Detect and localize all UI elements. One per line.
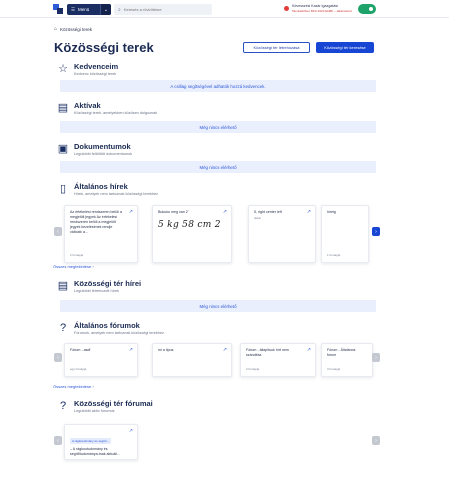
general-news-section: ▯ Általános hírek Hírek, amelyek nem tar… xyxy=(54,181,376,263)
section-subtitle: Legutóbbi létrehozott hírek xyxy=(74,289,119,293)
card-title: Fórum - Általános fórum xyxy=(327,348,356,357)
favorites-section: ☆ Kedvenceim Kedvenc közösségi terek A c… xyxy=(56,61,376,92)
card-meta: 1 hónapja xyxy=(327,253,341,257)
external-link-icon[interactable]: ↗ xyxy=(129,347,133,353)
user-name: Kövesszési Kazár Igazgatási xyxy=(292,4,338,8)
news-icon: ▯ xyxy=(59,183,67,195)
section-subtitle: Legutóbbi aktív fórumok xyxy=(74,409,115,413)
news-card[interactable]: 5, right center left dokin ↗ xyxy=(248,205,316,263)
external-link-icon[interactable]: ↗ xyxy=(223,347,227,353)
card-title: Bukuku meg van 2' xyxy=(158,210,189,214)
all-link-label: Összes megtekintése xyxy=(53,264,92,269)
home-icon[interactable]: ⌂ xyxy=(54,26,57,32)
section-subtitle: Közösségi terek, amelyekben közösen dolg… xyxy=(74,111,158,115)
carousel-next-button[interactable]: › xyxy=(372,436,380,445)
card-title: 5, right center left xyxy=(254,210,282,214)
chart-icon: ▤ xyxy=(57,102,69,114)
section-title: Közösségi tér fórumai xyxy=(74,399,153,408)
news-card[interactable]: hirelg 1 hónapja xyxy=(321,205,369,263)
news-cards-row: Bukuku meg van 2' 5 kg 58 cm 2 ↗ 5, righ… xyxy=(56,205,380,263)
card-tag: A rágkutudmány és segítü... xyxy=(70,438,112,444)
general-forums-section: ? Általános fórumok Fórumok, amelyek nem… xyxy=(56,320,376,340)
search-icon: ⌕ xyxy=(118,6,121,13)
section-subtitle: Fórumok, amelyek nem tartoznak közösségi… xyxy=(74,331,164,335)
breadcrumb-current: Közösségi terek xyxy=(60,26,93,32)
space-news-notice: Még nincs elérhető xyxy=(60,300,376,312)
space-forums-section: ? Közösségi tér fórumai Legutóbbi aktív … xyxy=(56,398,376,418)
search-space-button-label: Közösségi tér keresése xyxy=(324,45,366,50)
external-link-icon[interactable]: ↗ xyxy=(307,347,311,353)
user-role: Munkaidőben BKK 2020 EHBK – alkalmazott xyxy=(292,9,352,13)
menu-button-label: Menü xyxy=(78,7,90,12)
space-forums-carousel: ‹ A rágkutudmány és segítü... – A rágkuo… xyxy=(54,424,380,460)
menu-button[interactable]: ☰ Menü ⌄ xyxy=(67,4,111,15)
forums-carousel: ‹ Fórum - asdf ↗ egy hónapja mi a tipus … xyxy=(54,343,380,377)
app-logo[interactable] xyxy=(53,4,63,14)
section-title: Dokumentumok xyxy=(74,142,131,151)
active-notice: Még nincs elérhető xyxy=(60,121,376,133)
search-space-button[interactable]: Közösségi tér keresése xyxy=(316,42,374,53)
search-box[interactable]: ⌕ xyxy=(114,4,212,15)
documents-section: ▣ Dokumentumok Legutóbbi feltöltött doku… xyxy=(56,141,376,173)
section-title: Aktívak xyxy=(74,101,101,110)
card-title: hirelg xyxy=(327,210,336,214)
star-icon: ☆ xyxy=(58,63,68,75)
forum-card[interactable]: A rágkutudmány és segítü... – A rágkuotu… xyxy=(64,424,138,460)
forum-card[interactable]: Fórum - Általános fórum 3 hónapja xyxy=(321,343,373,377)
forums-all-link[interactable]: Összes megtekintése › xyxy=(53,384,94,389)
page-title: Közösségi terek xyxy=(54,40,154,55)
carousel-next-button[interactable]: › xyxy=(372,353,380,362)
forum-icon: ? xyxy=(59,322,67,334)
card-title: Fórum - állapítsuk hírt nem szándéka xyxy=(246,348,289,357)
chevron-down-icon[interactable]: ⌄ xyxy=(100,4,111,15)
top-navigation-bar: ☰ Menü ⌄ ⌕ Kövesszési Kazár Igazgatási M… xyxy=(0,0,449,18)
section-subtitle: Legutóbbi feltöltött dokumentumok xyxy=(74,152,133,156)
external-link-icon[interactable]: ↗ xyxy=(307,209,311,215)
carousel-next-button[interactable]: › xyxy=(372,227,380,236)
forum-card[interactable]: mi a tipus ↗ xyxy=(152,343,232,377)
avatar-toggle[interactable] xyxy=(358,4,376,14)
favorites-notice: A csillag segítségével adhatók hozzá ked… xyxy=(60,80,376,92)
hamburger-icon: ☰ xyxy=(71,6,76,12)
newspaper-icon: ▤ xyxy=(57,280,69,292)
space-news-section: ▤ Közösségi tér hírei Legutóbbi létrehoz… xyxy=(56,278,376,312)
card-handwriting: 5 kg 58 cm 2 xyxy=(158,220,221,230)
section-subtitle: Hírek, amelyek nem tartoznak közösségi t… xyxy=(74,192,158,196)
section-title: Közösségi tér hírei xyxy=(74,279,142,288)
documents-icon: ▣ xyxy=(57,143,69,155)
card-title: Fórum - asdf xyxy=(70,348,91,352)
forum-icon: ? xyxy=(59,400,67,412)
section-title: Általános fórumok xyxy=(74,321,140,330)
external-link-icon[interactable]: ↗ xyxy=(129,428,133,434)
card-meta: 2 hónapja xyxy=(246,367,260,371)
card-title: – A rágkuotudomány és segítőtudománya-tn… xyxy=(70,447,120,456)
news-card[interactable]: Bukuku meg van 2' 5 kg 58 cm 2 ↗ xyxy=(152,205,232,263)
card-meta: egy hónapja xyxy=(70,367,87,371)
status-dot-icon xyxy=(284,6,289,11)
card-meta: dokin xyxy=(254,216,262,220)
section-subtitle: Kedvenc közösségi terek xyxy=(74,72,117,76)
create-space-button[interactable]: Közösségi tér létrehozása xyxy=(243,42,310,53)
all-link-label: Összes megtekintése xyxy=(53,384,92,389)
section-title: Kedvenceim xyxy=(74,62,119,71)
external-link-icon[interactable]: ↗ xyxy=(223,209,227,215)
active-section: ▤ Aktívak Közösségi terek, amelyekben kö… xyxy=(56,100,376,133)
carousel-prev-button[interactable]: ‹ xyxy=(54,436,62,445)
section-title: Általános hírek xyxy=(74,182,128,191)
create-space-button-label: Közösségi tér létrehozása xyxy=(253,45,300,50)
forum-card[interactable]: Fórum - asdf ↗ egy hónapja xyxy=(64,343,138,377)
news-all-link[interactable]: Összes megtekintése › xyxy=(53,264,94,269)
carousel-prev-button[interactable]: ‹ xyxy=(54,353,62,362)
card-meta: 3 hónapja xyxy=(327,367,341,371)
search-input[interactable] xyxy=(123,7,209,12)
forum-card[interactable]: Fórum - állapítsuk hírt nem szándéka ↗ 2… xyxy=(240,343,316,377)
card-title: mi a tipus xyxy=(158,348,174,352)
breadcrumb: ⌂ Közösségi terek xyxy=(54,26,92,32)
documents-notice: Még nincs elérhető xyxy=(60,161,376,173)
